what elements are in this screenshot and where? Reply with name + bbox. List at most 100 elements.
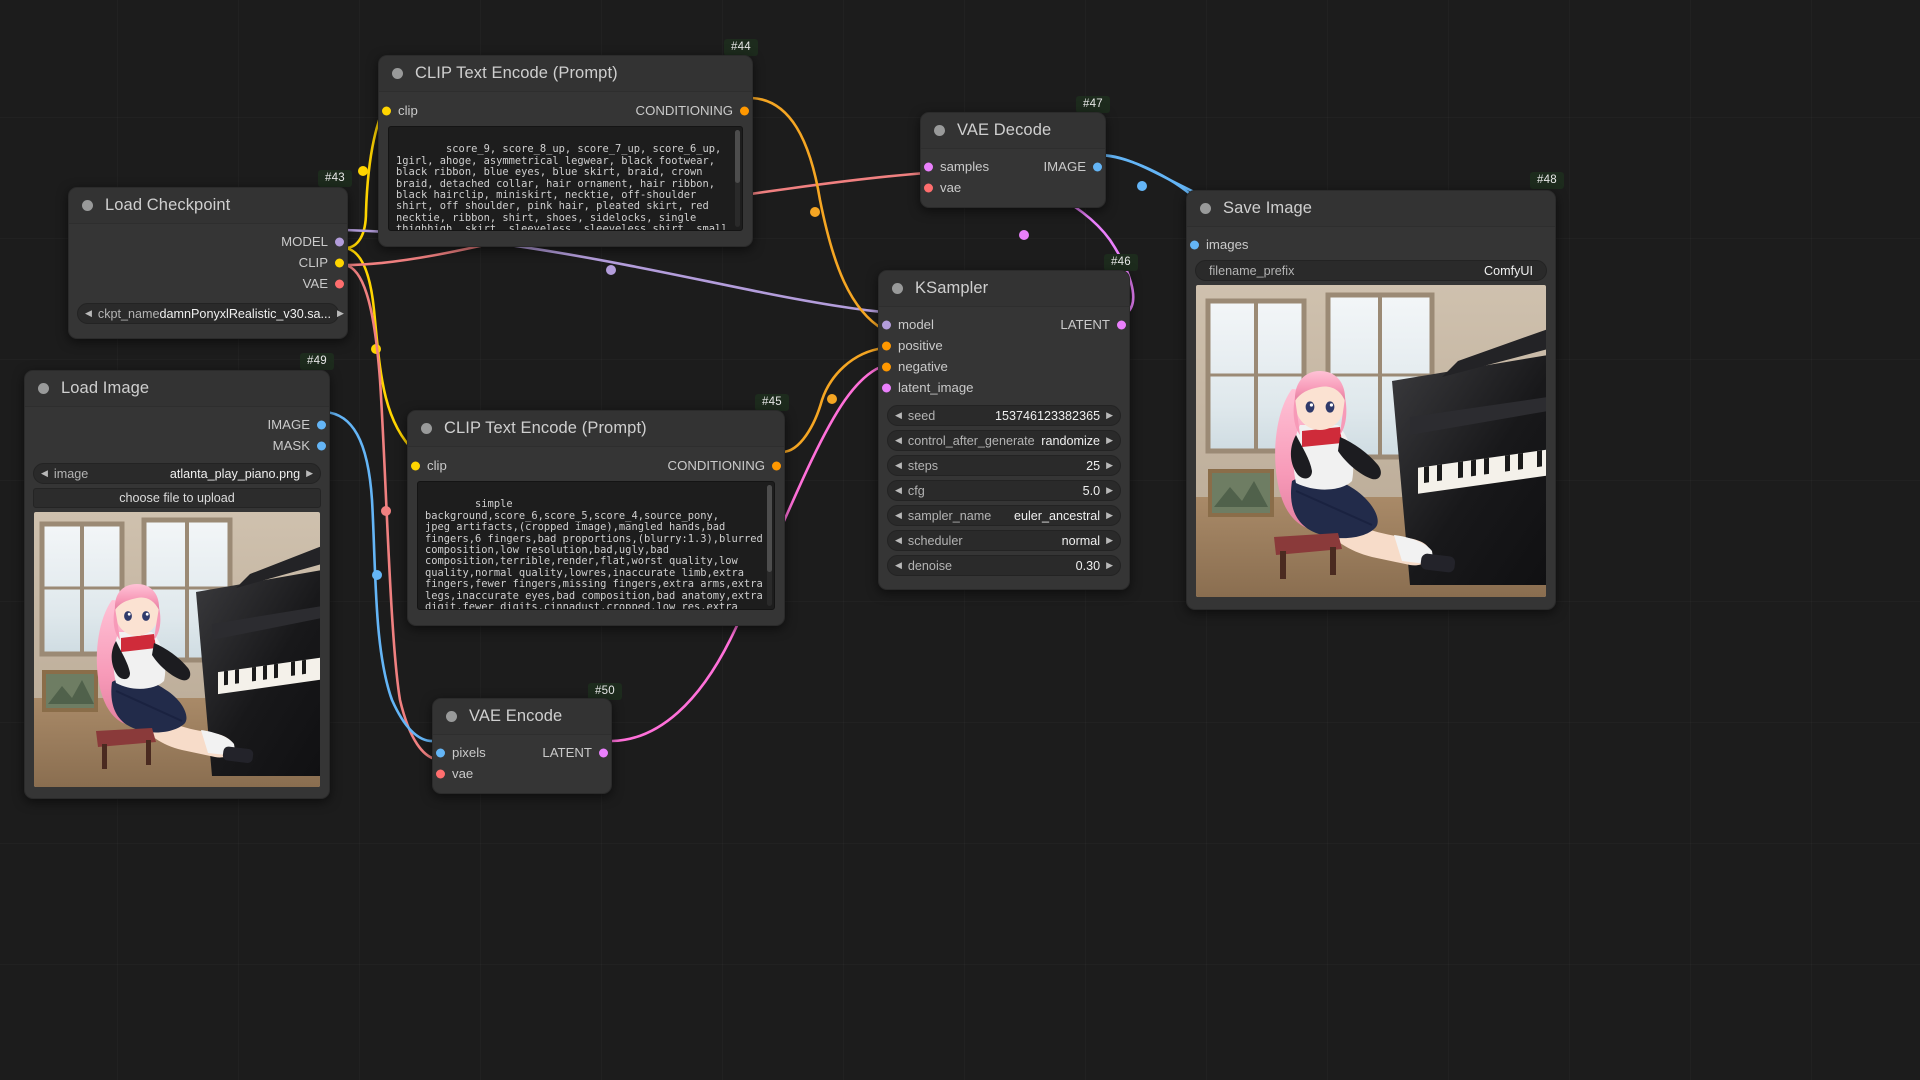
image-slot-icon[interactable] [317,420,326,429]
node-title-bar[interactable]: Load Checkpoint [69,188,347,224]
node-save-image[interactable]: Save Image images filename_prefix ComfyU… [1186,190,1556,610]
node-title-bar[interactable]: VAE Encode [433,699,611,735]
widget-image[interactable]: ◀ image atlanta_play_piano.png ▶ [33,463,321,484]
conditioning-slot-icon[interactable] [740,106,749,115]
chevron-left-icon[interactable]: ◀ [895,561,902,570]
node-title-bar[interactable]: CLIP Text Encode (Prompt) [408,411,784,447]
node-title-bar[interactable]: Save Image [1187,191,1555,227]
collapse-icon[interactable] [446,711,457,722]
node-load-image[interactable]: Load Image IMAGE MASK ◀ image atlanta_pl… [24,370,330,799]
output-slot-vae[interactable]: VAE [69,273,347,294]
output-slot-image[interactable]: IMAGE [25,414,329,435]
collapse-icon[interactable] [1200,203,1211,214]
chevron-left-icon[interactable]: ◀ [895,536,902,545]
chevron-right-icon[interactable]: ▶ [1106,561,1113,570]
output-slot-mask[interactable]: MASK [25,435,329,456]
widget-scheduler[interactable]: ◀ scheduler normal ▶ [887,530,1121,551]
comfyui-graph-canvas[interactable]: #44 CLIP Text Encode (Prompt) clip CONDI… [0,0,1920,1080]
chevron-left-icon[interactable]: ◀ [85,309,92,318]
output-slot-clip[interactable]: CLIP [69,252,347,273]
widget-control-after-generate[interactable]: ◀ control_after_generate randomize ▶ [887,430,1121,451]
input-slot-vae[interactable]: vae [921,177,1105,198]
clip-slot-icon[interactable] [382,106,391,115]
latent-slot-icon[interactable] [1117,320,1126,329]
chevron-left-icon[interactable]: ◀ [895,411,902,420]
chevron-right-icon[interactable]: ▶ [1106,436,1113,445]
node-title-bar[interactable]: VAE Decode [921,113,1105,149]
chevron-right-icon[interactable]: ▶ [1106,411,1113,420]
chevron-right-icon[interactable]: ▶ [1106,461,1113,470]
upload-file-button[interactable]: choose file to upload [33,488,321,508]
latent-slot-icon[interactable] [599,748,608,757]
node-load-checkpoint[interactable]: Load Checkpoint MODEL CLIP VAE ◀ ckpt_na… [68,187,348,339]
node-vae-decode[interactable]: VAE Decode samples IMAGE vae [920,112,1106,208]
vae-slot-icon[interactable] [924,183,933,192]
latent-slot-icon[interactable] [882,383,891,392]
collapse-icon[interactable] [38,383,49,394]
chevron-right-icon[interactable]: ▶ [337,309,344,318]
widget-seed[interactable]: ◀ seed 153746123382365 ▶ [887,405,1121,426]
node-clip-text-encode-negative[interactable]: CLIP Text Encode (Prompt) clip CONDITION… [407,410,785,626]
vae-slot-icon[interactable] [436,769,445,778]
model-slot-icon[interactable] [335,237,344,246]
collapse-icon[interactable] [892,283,903,294]
widget-ckpt-name[interactable]: ◀ ckpt_name damnPonyxlRealistic_v30.sa..… [77,303,344,324]
widget-denoise[interactable]: ◀ denoise 0.30 ▶ [887,555,1121,576]
chevron-left-icon[interactable]: ◀ [41,469,48,478]
conditioning-slot-icon[interactable] [882,341,891,350]
input-slot-vae[interactable]: vae [433,763,611,784]
chevron-right-icon[interactable]: ▶ [1106,486,1113,495]
chevron-left-icon[interactable]: ◀ [895,511,902,520]
widget-steps[interactable]: ◀ steps 25 ▶ [887,455,1121,476]
input-slot-label: vae [452,766,474,781]
node-title-bar[interactable]: CLIP Text Encode (Prompt) [379,56,752,92]
input-slot-model[interactable]: model LATENT [879,314,1129,335]
image-slot-icon[interactable] [1190,240,1199,249]
input-slot-pixels[interactable]: pixels LATENT [433,742,611,763]
chevron-right-icon[interactable]: ▶ [1106,511,1113,520]
chevron-left-icon[interactable]: ◀ [895,461,902,470]
node-vae-encode[interactable]: VAE Encode pixels LATENT vae [432,698,612,794]
node-title-bar[interactable]: KSampler [879,271,1129,307]
image-slot-icon[interactable] [436,748,445,757]
input-slot-images[interactable]: images [1187,234,1555,255]
collapse-icon[interactable] [392,68,403,79]
latent-slot-icon[interactable] [924,162,933,171]
widget-sampler-name[interactable]: ◀ sampler_name euler_ancestral ▶ [887,505,1121,526]
vae-slot-icon[interactable] [335,279,344,288]
positive-prompt-textarea[interactable]: score_9, score_8_up, score_7_up, score_6… [388,126,743,231]
collapse-icon[interactable] [82,200,93,211]
chevron-left-icon[interactable]: ◀ [895,436,902,445]
input-slot-clip[interactable]: clip CONDITIONING [379,100,752,121]
input-slot-latent-image[interactable]: latent_image [879,377,1129,398]
textarea-scrollbar[interactable] [767,485,772,606]
model-slot-icon[interactable] [882,320,891,329]
image-slot-icon[interactable] [1093,162,1102,171]
collapse-icon[interactable] [934,125,945,136]
conditioning-slot-icon[interactable] [772,461,781,470]
conditioning-slot-icon[interactable] [882,362,891,371]
textarea-scrollbar[interactable] [735,130,740,227]
widget-filename-prefix[interactable]: filename_prefix ComfyUI [1195,260,1547,281]
chevron-left-icon[interactable]: ◀ [895,486,902,495]
input-slot-samples[interactable]: samples IMAGE [921,156,1105,177]
output-slot-model[interactable]: MODEL [69,231,347,252]
mask-slot-icon[interactable] [317,441,326,450]
input-slot-positive[interactable]: positive [879,335,1129,356]
node-ksampler[interactable]: KSampler model LATENT positive negative … [878,270,1130,590]
result-image [1196,285,1546,597]
chevron-right-icon[interactable]: ▶ [306,469,313,478]
node-clip-text-encode-positive[interactable]: CLIP Text Encode (Prompt) clip CONDITION… [378,55,753,247]
node-title-label: Load Image [61,379,150,397]
node-body: IMAGE MASK ◀ image atlanta_play_piano.pn… [25,407,329,798]
negative-prompt-textarea[interactable]: simple background,score_6,score_5,score_… [417,481,775,610]
widget-cfg[interactable]: ◀ cfg 5.0 ▶ [887,480,1121,501]
node-title-bar[interactable]: Load Image [25,371,329,407]
input-slot-clip[interactable]: clip CONDITIONING [408,455,784,476]
clip-slot-icon[interactable] [335,258,344,267]
collapse-icon[interactable] [421,423,432,434]
input-slot-negative[interactable]: negative [879,356,1129,377]
node-body: images filename_prefix ComfyUI [1187,227,1555,609]
clip-slot-icon[interactable] [411,461,420,470]
chevron-right-icon[interactable]: ▶ [1106,536,1113,545]
